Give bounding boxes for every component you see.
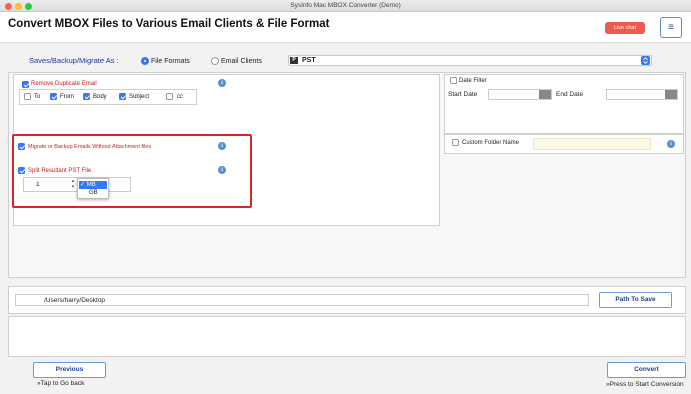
end-date-field[interactable]	[606, 89, 678, 100]
field-cc-label: cc	[177, 94, 183, 100]
remove-duplicate-checkbox[interactable]	[22, 81, 29, 88]
end-date-label: End Date	[556, 91, 584, 98]
remove-duplicate-label[interactable]: Remove Duplicate Email	[31, 81, 97, 87]
path-to-save-button[interactable]: Path To Save	[599, 292, 672, 308]
log-panel	[8, 316, 686, 357]
format-select[interactable]: P PST	[288, 55, 652, 66]
checkmark-icon: ✓	[80, 182, 86, 188]
unit-dropdown-menu: ✓ MB GB	[77, 178, 109, 199]
split-pst-label[interactable]: Split Resultant PST File.	[28, 168, 93, 174]
email-clients-radio[interactable]	[211, 57, 219, 65]
destination-path-value: /Users/harry/Desktop	[44, 297, 106, 304]
unit-option-mb[interactable]: ✓ MB	[79, 181, 107, 189]
convert-button[interactable]: Convert	[607, 362, 686, 378]
menu-button[interactable]: ≡	[660, 17, 682, 38]
unit-option-gb[interactable]: GB	[89, 190, 98, 196]
file-formats-label[interactable]: File Formats	[151, 58, 190, 65]
destination-path-field[interactable]: /Users/harry/Desktop	[15, 294, 589, 306]
format-select-value: PST	[302, 57, 316, 64]
window-title-bar: SysInfo Mac MBOX Converter (Demo)	[0, 0, 691, 12]
custom-folder-input[interactable]	[533, 138, 651, 150]
split-pst-checkbox[interactable]	[18, 167, 25, 174]
custom-folder-info-icon[interactable]: i	[667, 140, 675, 148]
convert-hint: »Press to Start Conversion	[606, 381, 684, 388]
split-size-value[interactable]: 1	[36, 181, 40, 188]
field-body-checkbox[interactable]	[83, 93, 90, 100]
start-date-label: Start Date	[448, 91, 478, 98]
field-cc-checkbox[interactable]	[166, 93, 173, 100]
field-to-checkbox[interactable]	[24, 93, 31, 100]
date-filter-checkbox[interactable]	[450, 77, 457, 84]
date-filter-label[interactable]: Date Filter	[459, 78, 487, 84]
field-from-checkbox[interactable]	[50, 93, 57, 100]
field-from-label: From	[60, 94, 74, 100]
remove-duplicate-info-icon[interactable]: i	[218, 79, 226, 87]
field-subject-label: Subject	[129, 94, 150, 100]
window-title: SysInfo Mac MBOX Converter (Demo)	[290, 2, 401, 9]
migrate-without-attachment-label[interactable]: Migrate or Backup Emails Without Attachm…	[28, 144, 151, 150]
minimize-window-button[interactable]	[15, 2, 22, 10]
previous-hint: »Tap to Go back	[37, 380, 85, 387]
calendar-icon[interactable]	[539, 90, 551, 99]
calendar-icon[interactable]	[665, 90, 677, 99]
save-as-label: Saves/Backup/Migrate As :	[29, 56, 119, 65]
chevron-updown-icon	[641, 56, 650, 65]
custom-folder-checkbox[interactable]	[452, 139, 459, 146]
live-chat-button[interactable]: Live chat	[605, 22, 645, 34]
field-subject-checkbox[interactable]	[119, 93, 126, 100]
email-clients-label[interactable]: Email Clients	[221, 58, 262, 65]
previous-button[interactable]: Previous	[33, 362, 106, 378]
zoom-window-button[interactable]	[25, 2, 32, 10]
field-to-label: To	[34, 94, 41, 100]
hamburger-icon: ≡	[668, 22, 674, 33]
migrate-without-attachment-checkbox[interactable]	[18, 143, 25, 150]
split-size-stepper[interactable]: ▴ ▾	[70, 178, 76, 190]
field-body-label: Body	[93, 94, 107, 100]
migrate-without-attachment-info-icon[interactable]: i	[218, 142, 226, 150]
app-header: Convert MBOX Files to Various Email Clie…	[0, 12, 691, 43]
start-date-field[interactable]	[488, 89, 552, 100]
file-formats-radio[interactable]	[141, 57, 149, 65]
close-window-button[interactable]	[5, 2, 12, 10]
custom-folder-label[interactable]: Custom Folder Name	[462, 140, 519, 146]
app-title: Convert MBOX Files to Various Email Clie…	[8, 18, 330, 30]
split-pst-info-icon[interactable]: i	[218, 166, 226, 174]
pst-file-icon: P	[290, 57, 298, 64]
